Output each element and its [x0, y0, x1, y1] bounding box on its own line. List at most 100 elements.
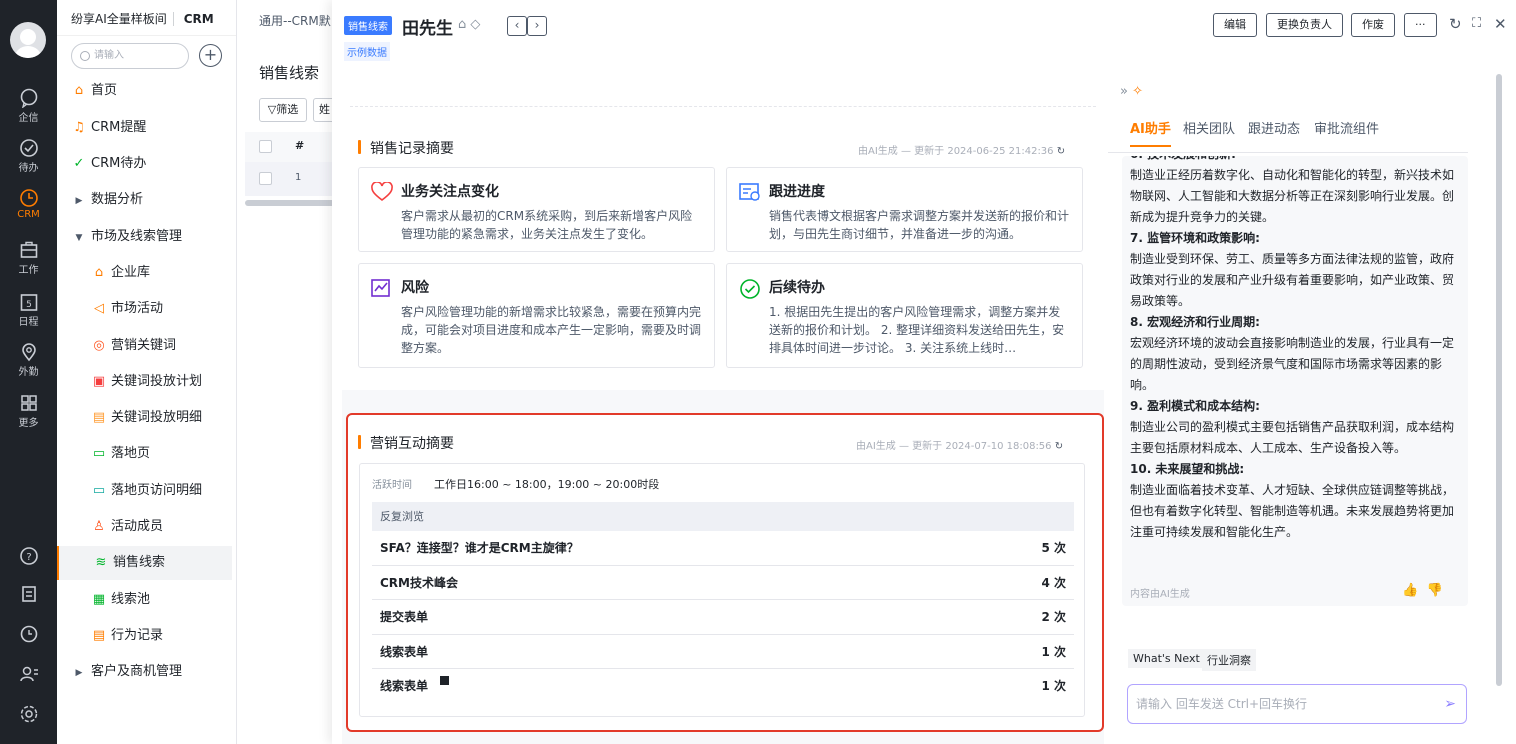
rail-label: 外勤: [18, 367, 39, 378]
tab-ai-assistant[interactable]: AI助手: [1130, 118, 1171, 147]
menu-item-activity-members[interactable]: ♙ 活动成员: [57, 510, 232, 544]
expand-icon[interactable]: »: [1120, 84, 1128, 99]
active-time-value: 工作日16:00 ~ 18:00，19:00 ~ 20:00时段: [434, 478, 660, 491]
summary-card: 跟进进度 销售代表博文根据客户需求调整方案并发送新的报价和计划，与田先生商讨细节…: [726, 167, 1083, 252]
doc-icon[interactable]: [0, 584, 57, 605]
menu-search-input[interactable]: 请输入: [71, 43, 189, 69]
table-row[interactable]: 1: [245, 162, 337, 196]
select-all-checkbox[interactable]: [259, 140, 272, 153]
caret-down-icon: ▼: [75, 233, 83, 243]
table-row[interactable]: CRM技术峰会 4 次: [372, 566, 1074, 601]
add-icon[interactable]: +: [199, 44, 222, 67]
table-row[interactable]: 线索表单 1 次: [372, 669, 1074, 704]
plan-icon: ▣: [92, 374, 106, 389]
menu-item-landing-page[interactable]: ▭ 落地页: [57, 437, 232, 471]
grid-icon: [20, 395, 37, 411]
panel-scrollbar[interactable]: [1496, 74, 1502, 686]
caret-right-icon: ▶: [75, 668, 83, 678]
card-text: 销售代表博文根据客户需求调整方案并发送新的报价和计划，与田先生商讨细节，并准备进…: [769, 209, 1070, 241]
ai-message-text: 6. 技术发展和创新:制造业正经历着数字化、自动化和智能化的转型，新兴技术如物联…: [1130, 156, 1455, 539]
refresh-icon[interactable]: ↻: [1055, 441, 1063, 452]
menu-item-crm-reminder[interactable]: ♫ CRM提醒: [57, 111, 232, 145]
tag-icon[interactable]: ◇: [470, 17, 480, 32]
void-button[interactable]: 作废: [1351, 13, 1395, 37]
tab-related-team[interactable]: 相关团队: [1183, 118, 1235, 137]
table-row[interactable]: 线索表单 1 次: [372, 635, 1074, 670]
card-title: 后续待办: [769, 280, 825, 296]
send-icon[interactable]: ➢: [1444, 685, 1456, 723]
help-icon[interactable]: ?: [0, 546, 57, 567]
refresh-icon[interactable]: ↻: [1449, 15, 1462, 33]
sparkle-icon: ✧: [1132, 84, 1144, 99]
module-name: CRM: [172, 12, 214, 26]
menu-item-lead-pool[interactable]: ▦ 线索池: [57, 583, 232, 617]
menu-item-company-lib[interactable]: ⌂ 企业库: [57, 256, 232, 290]
row-checkbox[interactable]: [259, 172, 272, 185]
rail-label: 更多: [18, 418, 39, 429]
menu-item-customers[interactable]: ▶ 客户及商机管理: [57, 655, 232, 689]
rail-item-chat[interactable]: 企信: [0, 88, 57, 124]
prev-record-button[interactable]: ‹: [507, 16, 527, 36]
company-icon: ⌂: [94, 265, 104, 280]
refresh-icon[interactable]: ↻: [1057, 146, 1065, 157]
contacts-icon[interactable]: [0, 664, 57, 685]
settings-icon[interactable]: [0, 704, 57, 725]
rail-item-more[interactable]: 更多: [0, 393, 57, 429]
close-icon[interactable]: ✕: [1494, 15, 1507, 33]
detail-icon: ▤: [92, 410, 106, 425]
menu-item-market-leads[interactable]: ▼ 市场及线索管理: [57, 220, 232, 254]
menu-item-behavior-log[interactable]: ▤ 行为记录: [57, 619, 232, 653]
check-icon: ✓: [73, 156, 85, 171]
menu-item-sales-leads[interactable]: ≋ 销售线索: [57, 546, 232, 580]
table-row[interactable]: 提交表单 2 次: [372, 600, 1074, 635]
tab-approval[interactable]: 审批流组件: [1314, 118, 1379, 137]
svg-text:5: 5: [26, 300, 32, 310]
view-tab[interactable]: 通用--CRM默: [259, 12, 331, 29]
menu-item-keyword-plan[interactable]: ▣ 关键词投放计划: [57, 365, 232, 399]
interaction-box: 活跃时间 工作日16:00 ~ 18:00，19:00 ~ 20:00时段 反复…: [359, 463, 1085, 717]
next-record-button[interactable]: ›: [527, 16, 547, 36]
lead-detail-panel: 销售线索 田先生 ⌂ ◇ ‹ › 示例数据 编辑 更换负责人 作废 ··· ↻ …: [332, 0, 1516, 744]
caret-right-icon: ▶: [75, 196, 83, 206]
progress-icon: [739, 183, 760, 201]
rail-item-calendar[interactable]: 5 日程: [0, 292, 57, 328]
horizontal-scrollbar[interactable]: [245, 200, 337, 206]
menu-item-market-activity[interactable]: ◁ 市场活动: [57, 292, 232, 326]
target-icon: ◎: [93, 338, 105, 353]
clock-icon: [19, 189, 38, 207]
ai-chat-input[interactable]: 请输入 回车发送 Ctrl+回车换行 ➢: [1127, 684, 1467, 724]
avatar[interactable]: [10, 22, 46, 58]
history-icon[interactable]: [0, 624, 57, 645]
suggestion-chip[interactable]: 行业洞察: [1202, 649, 1256, 671]
table-row[interactable]: SFA？连接型？谁才是CRM主旋律？ 5 次: [372, 531, 1074, 566]
rail-item-todo[interactable]: 待办: [0, 138, 57, 174]
section-title: 销售记录摘要: [358, 138, 454, 158]
page-icon: ▭: [92, 446, 106, 461]
lock-icon[interactable]: ⌂: [458, 17, 466, 32]
change-owner-button[interactable]: 更换负责人: [1266, 13, 1343, 37]
app-rail: 企信 待办 CRM 工作 5 日程 外勤 更多 ?: [0, 0, 57, 744]
filter-button[interactable]: ▽筛选: [259, 98, 307, 122]
rail-item-field[interactable]: 外勤: [0, 342, 57, 378]
menu-item-landing-visits[interactable]: ▭ 落地页访问明细: [57, 474, 232, 508]
thumbs-down-icon[interactable]: 👎: [1426, 583, 1442, 598]
workspace-name[interactable]: 纷享AI全量样板间: [71, 12, 167, 26]
title-icons: ⌂ ◇: [458, 17, 480, 32]
menu-item-keyword-detail[interactable]: ▤ 关键词投放明细: [57, 401, 232, 435]
ai-toolbar: » ✧: [1120, 84, 1143, 99]
thumbs-up-icon[interactable]: 👍: [1402, 583, 1418, 598]
menu-item-keywords[interactable]: ◎ 营销关键词: [57, 329, 232, 363]
tab-follow-up[interactable]: 跟进动态: [1248, 118, 1300, 137]
todo-check-icon: [740, 279, 760, 299]
more-button[interactable]: ···: [1404, 13, 1437, 37]
fullscreen-icon[interactable]: ⛶: [1472, 16, 1481, 31]
ai-footer-note: 内容由AI生成: [1130, 589, 1190, 600]
ai-message: 6. 技术发展和创新:制造业正经历着数字化、自动化和智能化的转型，新兴技术如物联…: [1122, 156, 1468, 606]
rail-item-work[interactable]: 工作: [0, 240, 57, 276]
suggestion-chip[interactable]: What's Next: [1128, 649, 1205, 668]
edit-button[interactable]: 编辑: [1213, 13, 1257, 37]
menu-item-crm-todo[interactable]: ✓ CRM待办: [57, 147, 232, 181]
rail-item-crm[interactable]: CRM: [0, 188, 57, 220]
menu-item-data-analysis[interactable]: ▶ 数据分析: [57, 183, 232, 217]
menu-item-home[interactable]: ⌂ 首页: [57, 74, 232, 108]
